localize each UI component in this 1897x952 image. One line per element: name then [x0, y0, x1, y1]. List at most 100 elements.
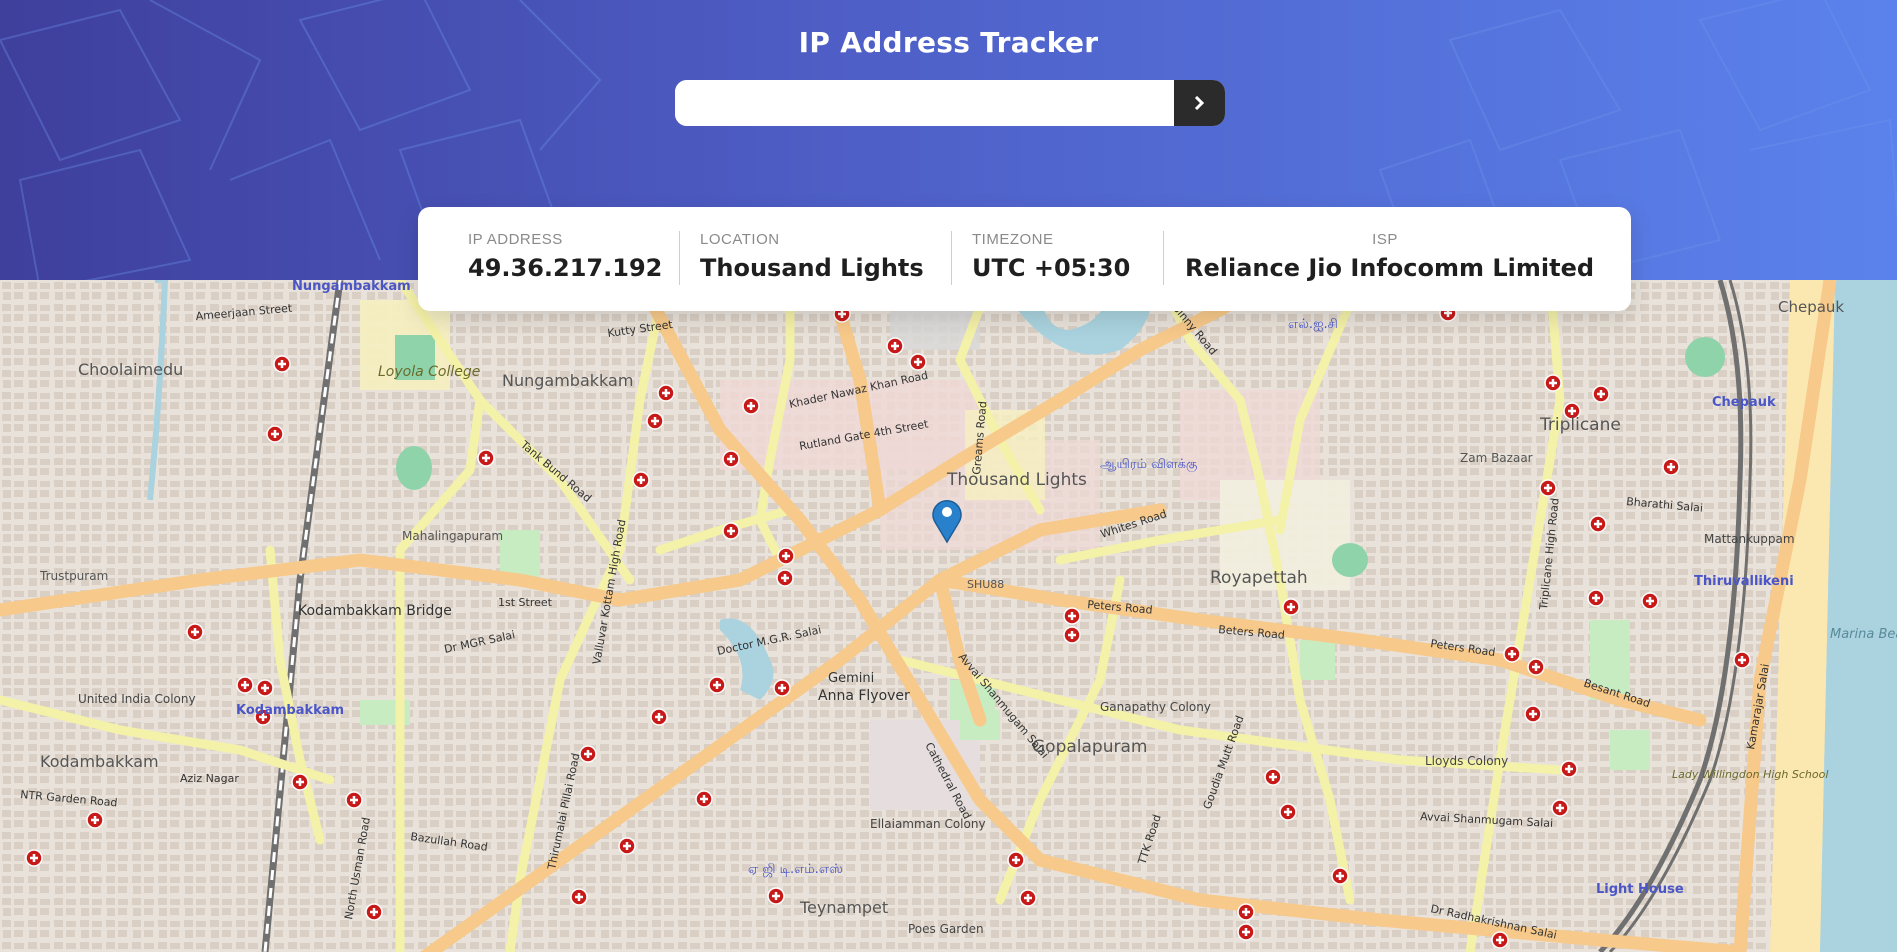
hospital-cross-icon [1331, 867, 1349, 885]
hospital-cross-icon [1527, 658, 1545, 676]
hospital-cross-icon [86, 811, 104, 829]
hospital-cross-icon [646, 412, 664, 430]
hospital-cross-icon [909, 353, 927, 371]
location-label: LOCATION [700, 231, 780, 248]
hospital-cross-icon [1007, 851, 1025, 869]
map-label: Nungambakkam [502, 371, 633, 390]
hospital-cross-icon [708, 676, 726, 694]
map-label: Choolaimedu [78, 360, 183, 379]
map-label: Royapettah [1210, 568, 1308, 588]
page-title: IP Address Tracker [798, 26, 1099, 59]
map-label: Anna Flyover [818, 688, 910, 704]
ip-address-label: IP ADDRESS [468, 231, 563, 248]
hospital-cross-icon [1641, 592, 1659, 610]
divider [679, 231, 680, 285]
ip-address-value: 49.36.217.192 [468, 254, 663, 282]
search-form [675, 80, 1225, 126]
hospital-cross-icon [742, 397, 760, 415]
hospital-cross-icon [776, 569, 794, 587]
map-label: எல்.ஐ.சி [1288, 317, 1338, 332]
hospital-cross-icon [886, 337, 904, 355]
hospital-cross-icon [1063, 626, 1081, 644]
hospital-cross-icon [579, 745, 597, 763]
chevron-right-icon [1194, 96, 1205, 110]
hospital-cross-icon [1592, 385, 1610, 403]
hospital-cross-icon [650, 708, 668, 726]
hospital-cross-icon [1063, 607, 1081, 625]
map-label: Lloyds Colony [1425, 754, 1508, 768]
hospital-cross-icon [722, 522, 740, 540]
hospital-cross-icon [365, 903, 383, 921]
map-label: Triplicane [1539, 415, 1621, 435]
isp-label: ISP [1372, 231, 1398, 248]
map-label: Kodambakkam [40, 752, 159, 771]
hospital-cross-icon [767, 887, 785, 905]
map-label: Ellaiamman Colony [870, 817, 986, 831]
map-label: Chepauk [1778, 298, 1844, 316]
hospital-cross-icon [186, 623, 204, 641]
map-label: Thousand Lights [946, 470, 1087, 490]
hospital-cross-icon [695, 790, 713, 808]
hospital-cross-icon [1237, 923, 1255, 941]
map-label: SHU88 [967, 578, 1004, 591]
hospital-cross-icon [1587, 589, 1605, 607]
isp-value: Reliance Jio Infocomm Limited [1185, 254, 1595, 282]
map-label: Zam Bazaar [1460, 451, 1533, 465]
hospital-cross-icon [1589, 515, 1607, 533]
hospital-cross-icon [1544, 374, 1562, 392]
search-input[interactable] [675, 80, 1174, 126]
timezone-block: TIMEZONE UTC +05:30 [972, 231, 1130, 282]
hospital-cross-icon [632, 471, 650, 489]
beach-and-sea [1770, 280, 1897, 952]
isp-block: ISP Reliance Jio Infocomm Limited [1185, 231, 1595, 282]
ip-address-block: IP ADDRESS 49.36.217.192 [468, 231, 662, 282]
hospital-cross-icon [266, 425, 284, 443]
map-label: Teynampet [799, 898, 888, 917]
hospital-cross-icon [256, 679, 274, 697]
hospital-cross-icon [25, 849, 43, 867]
hospital-cross-icon [1264, 768, 1282, 786]
hospital-cross-icon [291, 773, 309, 791]
map-label: Kodambakkam Bridge [298, 603, 452, 619]
map-label: Ganapathy Colony [1100, 700, 1211, 714]
map-label: Chepauk [1712, 395, 1776, 410]
map-label: Gemini [828, 671, 874, 686]
hospital-cross-icon [1662, 458, 1680, 476]
road-label: 1st Street [498, 596, 553, 609]
search-button[interactable] [1174, 80, 1225, 126]
map-label: Mahalingapuram [402, 529, 503, 543]
location-block: LOCATION Thousand Lights [700, 231, 924, 282]
map-label: Trustpuram [39, 569, 108, 583]
map[interactable]: Nungambakkam Choolaimedu Loyola College … [0, 280, 1897, 952]
info-card: IP ADDRESS 49.36.217.192 LOCATION Thousa… [418, 207, 1631, 311]
map-label: Marina Beach [1830, 627, 1897, 642]
hospital-cross-icon [1019, 889, 1037, 907]
map-label: Loyola College [378, 364, 480, 380]
divider [951, 231, 952, 285]
hospital-cross-icon [1560, 760, 1578, 778]
hospital-cross-icon [570, 888, 588, 906]
map-label: Mattankuppam [1704, 532, 1795, 546]
hospital-cross-icon [1551, 799, 1569, 817]
map-label: Light House [1596, 882, 1684, 897]
hospital-cross-icon [1282, 598, 1300, 616]
road-label: Aziz Nagar [180, 772, 239, 785]
location-value: Thousand Lights [700, 254, 924, 282]
map-label: Poes Garden [908, 922, 984, 936]
hospital-cross-icon [1237, 903, 1255, 921]
hospital-cross-icon [618, 837, 636, 855]
map-label: United India Colony [78, 692, 196, 706]
hospital-cross-icon [1733, 651, 1751, 669]
hospital-cross-icon [1279, 803, 1297, 821]
map-label: ஏ ஜி டி.எம்.எஸ் [748, 862, 843, 877]
map-label: Kodambakkam [236, 703, 344, 718]
map-label: ஆயிரம் விளக்கு [1100, 457, 1197, 472]
hospital-cross-icon [477, 449, 495, 467]
timezone-label: TIMEZONE [972, 231, 1054, 248]
hospital-cross-icon [1491, 931, 1509, 949]
timezone-value: UTC +05:30 [972, 254, 1131, 282]
map-label: Lady Willingdon High School [1672, 768, 1828, 781]
map-label: Thiruvallikeni [1694, 574, 1794, 589]
hospital-cross-icon [273, 355, 291, 373]
divider [1163, 231, 1164, 285]
